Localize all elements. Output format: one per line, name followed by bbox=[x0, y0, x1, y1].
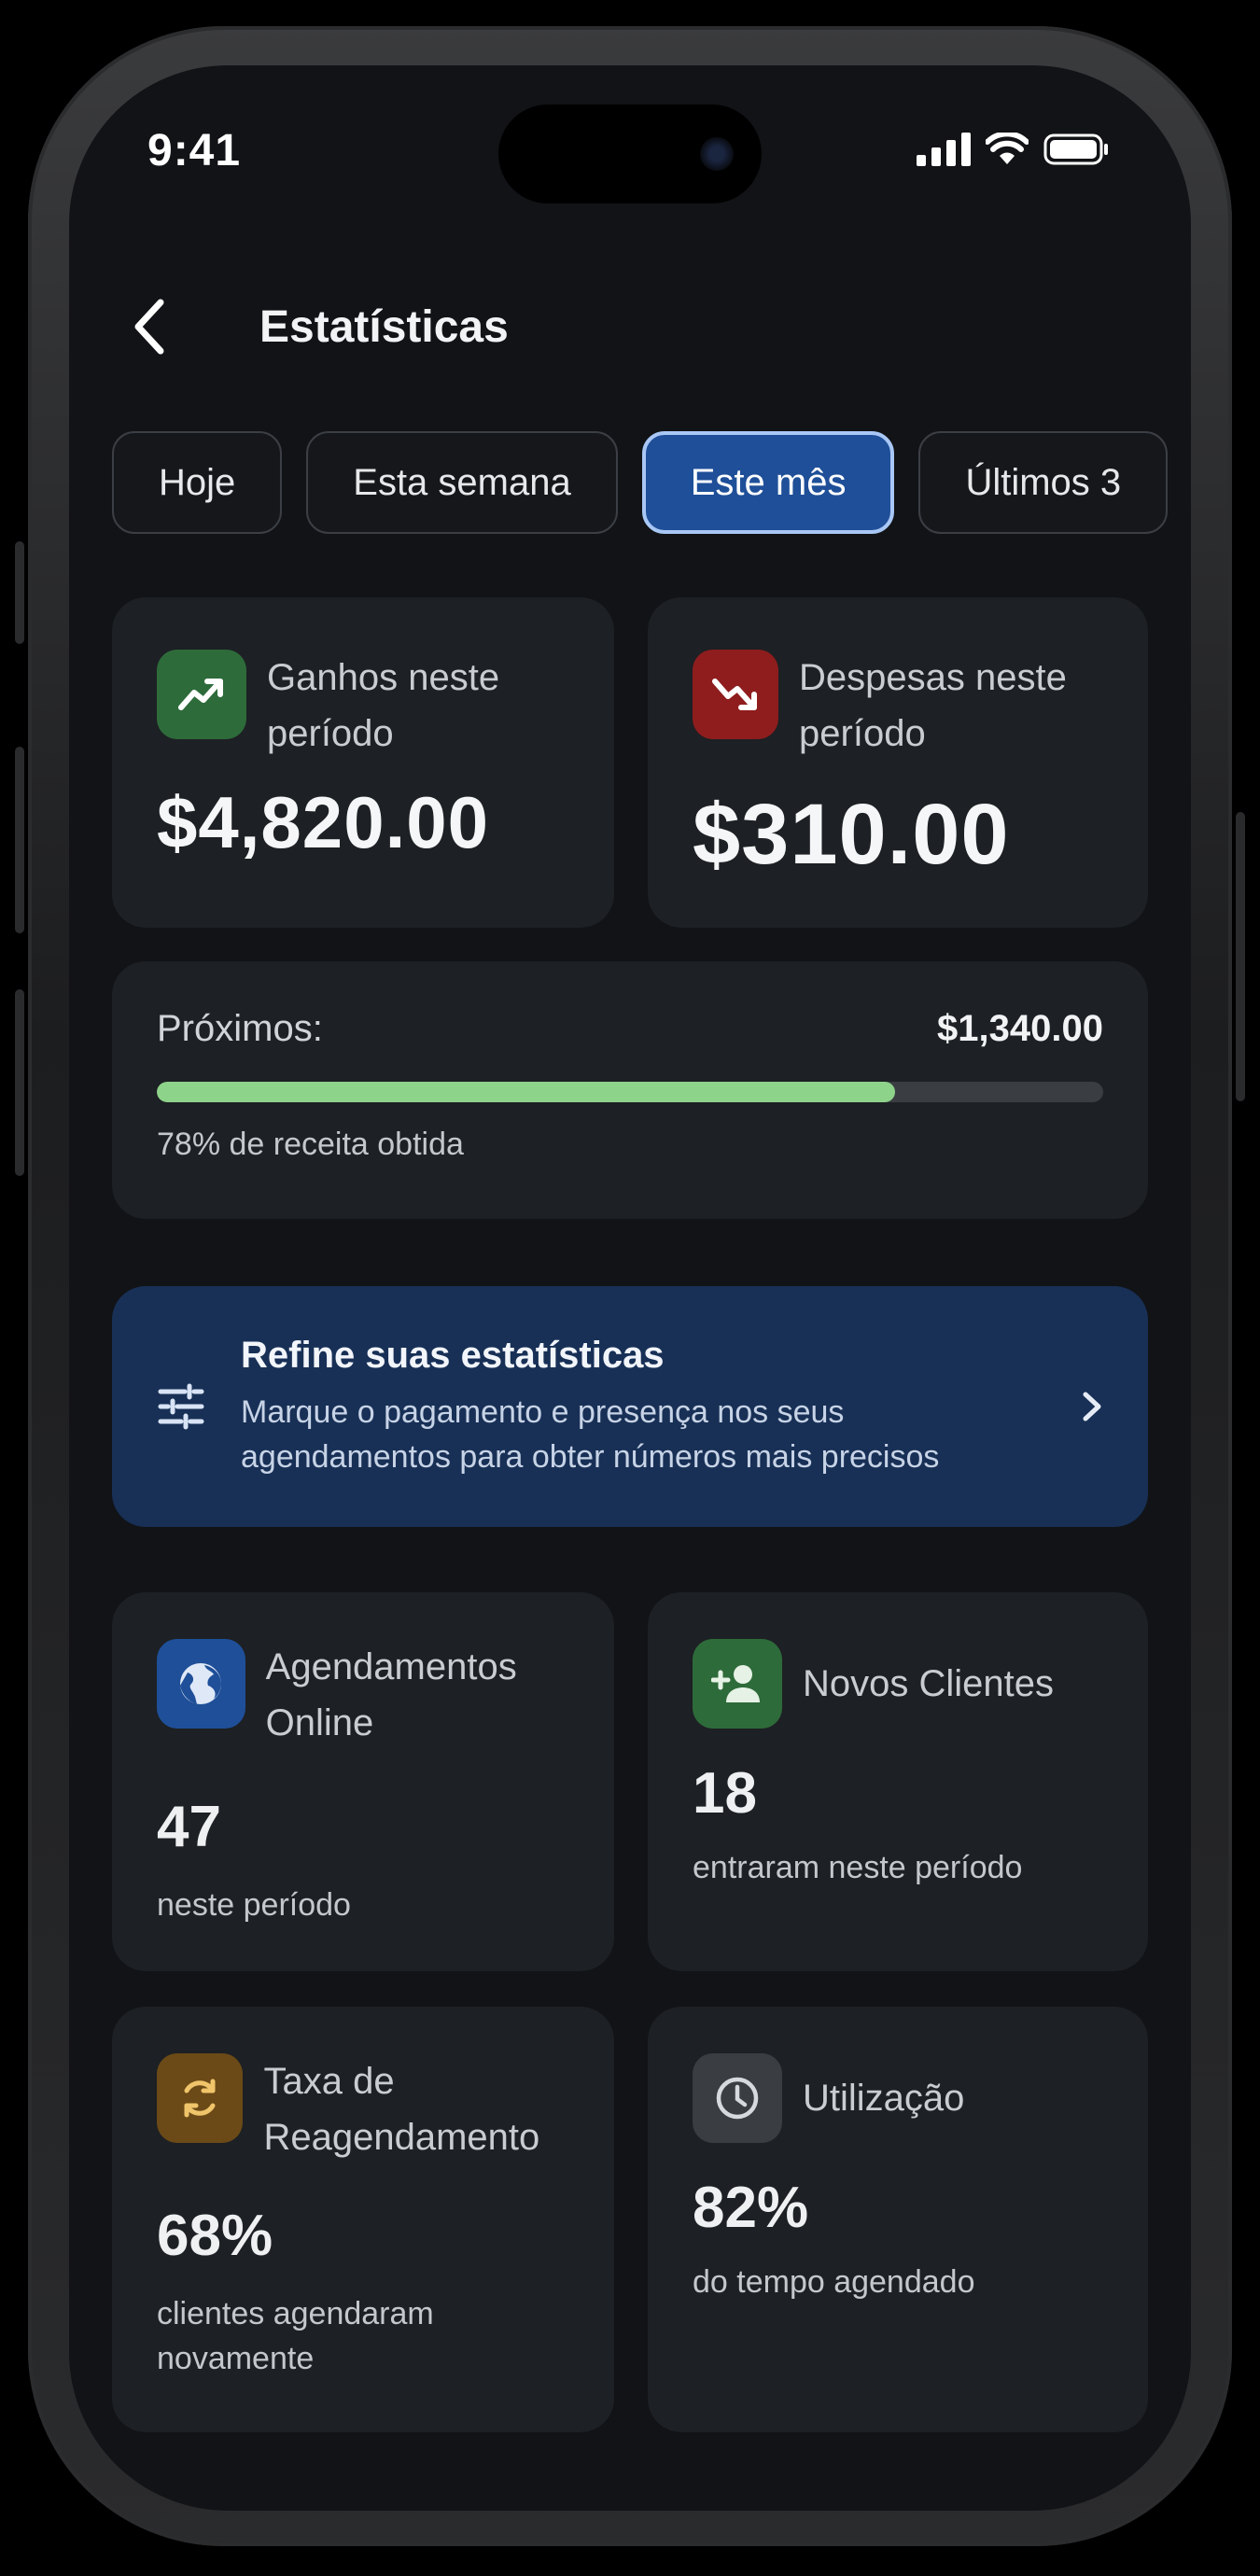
rebooking-rate-sub: clientes agendaram novamente bbox=[157, 2296, 434, 2376]
revenue-progress-bar bbox=[157, 1082, 1103, 1102]
upcoming-label: Próximos: bbox=[157, 1008, 323, 1049]
header: Estatísticas bbox=[121, 280, 509, 373]
refine-stats-banner[interactable]: Refine suas estatísticas Marque o pagame… bbox=[112, 1286, 1148, 1527]
utilization-value: 82% bbox=[693, 2176, 809, 2240]
trending-up-icon bbox=[157, 650, 246, 739]
clock-icon bbox=[693, 2053, 782, 2143]
earnings-value: $4,820.00 bbox=[157, 781, 490, 863]
earnings-label: Ganhos neste período bbox=[267, 657, 500, 754]
new-clients-sub: entraram neste período bbox=[693, 1850, 1023, 1885]
online-bookings-sub: neste período bbox=[157, 1887, 351, 1923]
person-add-icon bbox=[693, 1639, 782, 1729]
upcoming-caption: 78% de receita obtida bbox=[157, 1127, 464, 1162]
banner-title: Refine suas estatísticas bbox=[241, 1334, 665, 1376]
period-tabs: Hoje Esta semana Este mês Últimos 3 bbox=[112, 431, 1169, 534]
tab-ultimos[interactable]: Últimos 3 bbox=[918, 431, 1169, 534]
revenue-progress-fill bbox=[157, 1082, 895, 1102]
new-clients-card: Novos Clientes 18 entraram neste período bbox=[648, 1592, 1148, 1971]
cellular-signal-icon bbox=[917, 133, 971, 166]
online-bookings-card: Agendamentos Online 47 neste período bbox=[112, 1592, 614, 1971]
status-icons bbox=[917, 133, 1109, 166]
tab-esta-semana[interactable]: Esta semana bbox=[306, 431, 618, 534]
expenses-card: Despesas neste período $310.00 bbox=[648, 597, 1148, 928]
earnings-card: Ganhos neste período $4,820.00 bbox=[112, 597, 614, 928]
tab-este-mes[interactable]: Este mês bbox=[641, 431, 895, 534]
banner-text-line2: agendamentos para obter números mais pre… bbox=[241, 1438, 940, 1475]
status-time: 9:41 bbox=[147, 126, 242, 175]
online-bookings-value: 47 bbox=[157, 1795, 221, 1859]
utilization-card: Utilização 82% do tempo agendado bbox=[648, 2007, 1148, 2432]
utilization-sub: do tempo agendado bbox=[693, 2264, 975, 2300]
page-title: Estatísticas bbox=[259, 301, 509, 352]
back-button[interactable] bbox=[121, 299, 177, 355]
volume-down-button bbox=[15, 989, 24, 1176]
volume-up-button bbox=[15, 747, 24, 933]
expenses-value: $310.00 bbox=[693, 787, 1010, 882]
upcoming-card: Próximos: $1,340.00 78% de receita obtid… bbox=[112, 961, 1148, 1219]
rebooking-rate-label: Taxa de Reagendamento bbox=[263, 2061, 540, 2158]
new-clients-value: 18 bbox=[693, 1761, 757, 1826]
rebooking-rate-card: Taxa de Reagendamento 68% clientes agend… bbox=[112, 2007, 614, 2432]
wifi-icon bbox=[986, 133, 1029, 164]
camera-icon bbox=[700, 137, 734, 171]
banner-text-line1: Marque o pagamento e presença nos seus bbox=[241, 1393, 845, 1430]
rebooking-rate-value: 68% bbox=[157, 2204, 273, 2268]
action-button bbox=[15, 541, 24, 644]
online-bookings-label: Agendamentos Online bbox=[265, 1646, 517, 1743]
new-clients-label: Novos Clientes bbox=[803, 1663, 1055, 1704]
utilization-label: Utilização bbox=[803, 2078, 965, 2119]
sliders-icon bbox=[158, 1383, 204, 1430]
expenses-label: Despesas neste período bbox=[799, 657, 1067, 754]
power-button bbox=[1236, 812, 1245, 1101]
app-screen: 9:41 Estatísticas Hoje Esta semana Este … bbox=[69, 65, 1191, 2511]
tab-hoje[interactable]: Hoje bbox=[112, 431, 283, 534]
trending-down-icon bbox=[693, 650, 779, 739]
upcoming-value: $1,340.00 bbox=[937, 1008, 1103, 1049]
chevron-left-icon bbox=[134, 299, 164, 355]
dynamic-island bbox=[498, 105, 762, 203]
globe-icon bbox=[157, 1639, 245, 1729]
refresh-icon bbox=[157, 2053, 244, 2143]
chevron-right-icon bbox=[1083, 1392, 1101, 1421]
battery-icon bbox=[1043, 133, 1108, 165]
